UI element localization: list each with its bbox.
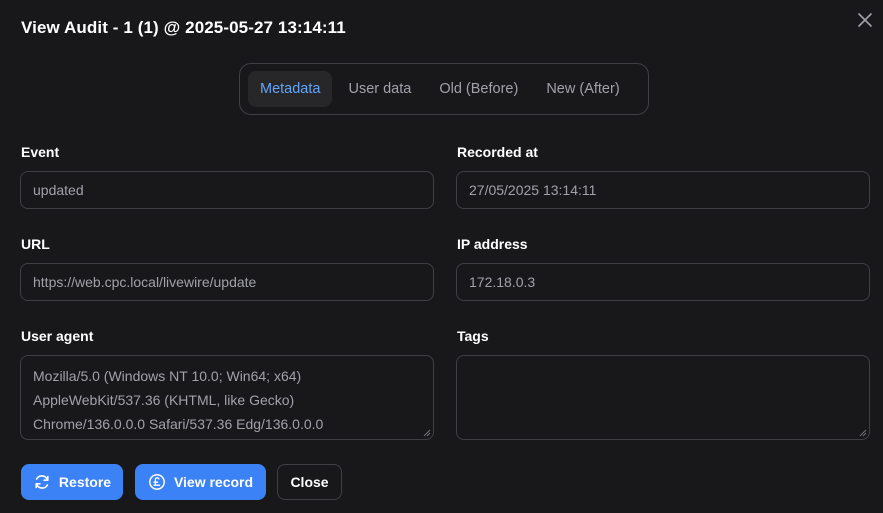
close-button[interactable]: Close — [277, 464, 342, 500]
tab-new-after[interactable]: New (After) — [534, 71, 631, 107]
ip-address-field[interactable]: 172.18.0.3 — [456, 263, 870, 301]
resize-handle-icon[interactable] — [423, 429, 431, 437]
pound-circle-icon — [148, 474, 165, 490]
restore-label: Restore — [58, 474, 112, 490]
user-agent-value: Mozilla/5.0 (Windows NT 10.0; Win64; x64… — [33, 368, 324, 432]
tab-old-before[interactable]: Old (Before) — [427, 71, 530, 107]
audit-modal: View Audit - 1 (1) @ 2025-05-27 13:14:11… — [0, 0, 883, 513]
tags-textarea[interactable] — [456, 355, 870, 440]
resize-handle-icon[interactable] — [859, 429, 867, 437]
close-label: Close — [290, 474, 329, 490]
refresh-icon — [35, 475, 49, 489]
user-agent-label: User agent — [21, 328, 94, 344]
modal-title: View Audit - 1 (1) @ 2025-05-27 13:14:11 — [21, 18, 346, 37]
tab-bar: Metadata User data Old (Before) New (Aft… — [239, 63, 649, 115]
event-label: Event — [21, 144, 60, 160]
url-field[interactable]: https://web.cpc.local/livewire/update — [20, 263, 434, 301]
view-record-label: View record — [173, 474, 254, 490]
user-agent-textarea[interactable]: Mozilla/5.0 (Windows NT 10.0; Win64; x64… — [20, 355, 434, 440]
tags-label: Tags — [457, 328, 489, 344]
event-field[interactable]: updated — [20, 171, 434, 209]
tab-user-data[interactable]: User data — [336, 71, 423, 107]
recorded-at-label: Recorded at — [457, 144, 538, 160]
tab-metadata[interactable]: Metadata — [248, 71, 333, 107]
url-label: URL — [21, 236, 50, 252]
recorded-at-field[interactable]: 27/05/2025 13:14:11 — [456, 171, 870, 209]
restore-button[interactable]: Restore — [21, 464, 123, 500]
view-record-button[interactable]: View record — [135, 464, 266, 500]
close-icon[interactable] — [855, 10, 875, 30]
ip-address-label: IP address — [457, 236, 528, 252]
